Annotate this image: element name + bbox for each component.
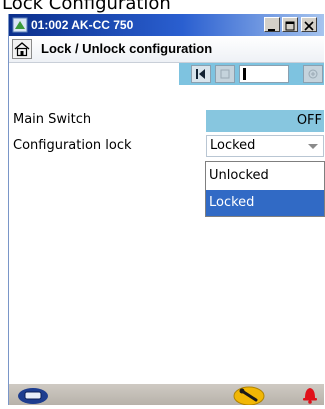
minimize-button[interactable] [264,17,280,32]
status-bar [9,384,324,406]
configuration-lock-options: Unlocked Locked [205,161,325,217]
previous-button[interactable] [215,65,235,83]
page-indicator-icon [243,68,246,80]
home-button[interactable] [12,39,32,59]
close-button[interactable] [301,17,317,32]
device-icon[interactable] [16,384,50,409]
first-page-button[interactable] [191,65,211,83]
window-title: 01:002 AK-CC 750 [31,18,134,32]
page-indicator [239,65,289,83]
main-switch-state: OFF [296,113,322,128]
next-button[interactable] [303,65,323,83]
first-page-icon [196,69,205,79]
configuration-lock-label: Configuration lock [13,138,132,153]
maximize-button[interactable] [282,17,298,32]
main-switch-label: Main Switch [13,112,92,127]
previous-icon [220,69,230,79]
home-icon [14,42,30,57]
page-title: Lock / Unlock configuration [41,41,213,56]
window-titlebar[interactable]: 01:002 AK-CC 750 [9,14,324,36]
page-navigation-bar [179,63,324,85]
configuration-lock-value: Locked [210,138,256,153]
wrench-icon[interactable] [232,384,266,409]
chevron-down-icon[interactable] [305,138,321,154]
main-switch-value[interactable]: OFF [206,110,324,132]
app-window: 01:002 AK-CC 750 Lock / Unlock configura… [8,14,325,406]
next-icon [308,69,318,79]
option-locked[interactable]: Locked [206,190,324,216]
page-caption: Lock Configuration [2,0,171,14]
app-icon [12,17,28,33]
configuration-lock-select[interactable]: Locked [206,135,324,157]
option-unlocked[interactable]: Unlocked [206,163,324,189]
alarm-bell-icon[interactable] [300,384,320,409]
page-header: Lock / Unlock configuration [9,36,324,63]
